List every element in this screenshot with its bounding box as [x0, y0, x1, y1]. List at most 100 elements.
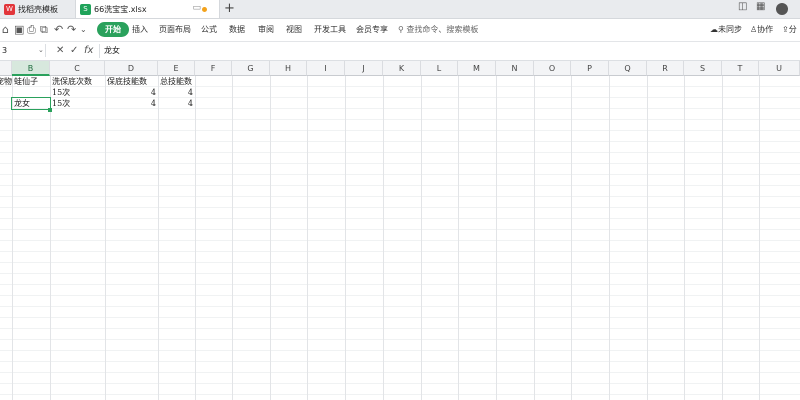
chevron-down-icon[interactable]: ⌄	[80, 23, 87, 37]
column-header-H[interactable]: H	[270, 61, 307, 76]
column-header-partial[interactable]	[0, 61, 12, 76]
gridline	[571, 76, 572, 400]
column-header-T[interactable]: T	[722, 61, 759, 76]
monitor-icon[interactable]: ▭	[192, 3, 201, 13]
fill-handle[interactable]	[48, 108, 52, 112]
formula-bar: 3 ⌄ ✕ ✓ fx 龙女	[0, 42, 800, 61]
undo-icon[interactable]: ↶	[54, 23, 63, 37]
gridline	[232, 76, 233, 400]
gridline	[458, 76, 459, 400]
menu-formulas[interactable]: 公式	[201, 24, 217, 35]
column-header-C[interactable]: C	[50, 61, 105, 76]
column-header-L[interactable]: L	[421, 61, 458, 76]
column-header-O[interactable]: O	[534, 61, 571, 76]
row-grid	[0, 76, 800, 400]
menu-page-layout[interactable]: 页面布局	[159, 24, 191, 35]
column-header-Q[interactable]: Q	[609, 61, 647, 76]
cancel-icon[interactable]: ✕	[56, 44, 64, 57]
column-header-U[interactable]: U	[759, 61, 800, 76]
gridline	[50, 76, 51, 400]
spreadsheet-file-icon: S	[80, 3, 91, 15]
share-label: 分	[788, 25, 797, 34]
menu-developer[interactable]: 开发工具	[314, 24, 346, 35]
new-tab-button[interactable]: +	[224, 1, 235, 16]
column-header-J[interactable]: J	[345, 61, 383, 76]
cell-D2[interactable]: 4	[105, 87, 156, 98]
column-header-P[interactable]: P	[571, 61, 609, 76]
column-header-E[interactable]: E	[158, 61, 195, 76]
function-icon[interactable]: fx	[84, 44, 93, 57]
gridline	[12, 76, 13, 400]
unsaved-dot-icon	[202, 7, 207, 12]
gridline	[647, 76, 648, 400]
gridline	[722, 76, 723, 400]
cell-C3[interactable]: 15次	[52, 98, 70, 109]
cell-A1[interactable]: 宠物	[0, 76, 12, 87]
gridline	[345, 76, 346, 400]
sync-status[interactable]: ☁未同步	[710, 24, 742, 35]
menu-review[interactable]: 审阅	[258, 24, 274, 35]
command-search[interactable]: ⚲ 查找命令、搜索模板	[398, 24, 478, 35]
search-placeholder: 查找命令、搜索模板	[406, 25, 479, 34]
layout-icon[interactable]: ◫	[738, 1, 747, 12]
column-header-F[interactable]: F	[195, 61, 232, 76]
avatar[interactable]	[776, 3, 788, 15]
menu-member[interactable]: 会员专享	[356, 24, 388, 35]
gridline	[496, 76, 497, 400]
formula-input[interactable]: 龙女	[104, 44, 120, 57]
share-button[interactable]: ⇪分	[782, 24, 797, 35]
spreadsheet-grid[interactable]: B C D E F G H I J K L M N O P Q R S T U …	[0, 61, 800, 400]
gridline	[383, 76, 384, 400]
print-preview-icon[interactable]: ⧉	[40, 23, 48, 37]
column-header-D[interactable]: D	[105, 61, 158, 76]
column-header-M[interactable]: M	[458, 61, 496, 76]
gridline	[534, 76, 535, 400]
collab-label: 协作	[757, 25, 774, 34]
tab-label: 66洗宝宝.xlsx	[94, 4, 147, 14]
share-icon: ⇪	[782, 25, 789, 34]
redo-icon[interactable]: ↷	[67, 23, 76, 37]
column-header-N[interactable]: N	[496, 61, 534, 76]
column-header-K[interactable]: K	[383, 61, 421, 76]
print-icon[interactable]: ⎙	[27, 23, 36, 37]
gridline	[195, 76, 196, 400]
cloud-icon: ☁	[710, 25, 718, 34]
tab-templates[interactable]: W 找稻壳模板	[0, 0, 75, 18]
cell-E2[interactable]: 4	[158, 87, 193, 98]
save-icon[interactable]: ▣	[14, 23, 24, 37]
menu-home[interactable]: 开始	[97, 22, 129, 37]
column-header-I[interactable]: I	[307, 61, 345, 76]
column-header-R[interactable]: R	[647, 61, 684, 76]
column-header-S[interactable]: S	[684, 61, 722, 76]
gridline	[609, 76, 610, 400]
gridline	[105, 76, 106, 400]
collab-button[interactable]: ♙协作	[750, 24, 773, 35]
grid-icon[interactable]: ▦	[756, 1, 765, 12]
home-icon[interactable]: ⌂	[2, 23, 9, 37]
cell-E1[interactable]: 总技能数	[160, 76, 192, 87]
gridline	[684, 76, 685, 400]
cell-C2[interactable]: 15次	[52, 87, 70, 98]
cell-D1[interactable]: 保底技能数	[107, 76, 147, 87]
cell-D3[interactable]: 4	[105, 98, 156, 109]
gridline	[421, 76, 422, 400]
cell-E3[interactable]: 4	[158, 98, 193, 109]
gridline	[759, 76, 760, 400]
sync-label: 未同步	[718, 25, 742, 34]
ribbon-toolbar: ⌂ ▣ ⎙ ⧉ ↶ ↷ ⌄ 开始 插入 页面布局 公式 数据 审阅 视图 开发工…	[0, 19, 800, 42]
column-header-G[interactable]: G	[232, 61, 270, 76]
tab-label: 找稻壳模板	[18, 4, 58, 14]
column-header-B[interactable]: B	[12, 61, 50, 76]
tab-workbook[interactable]: S 66洗宝宝.xlsx ▭	[75, 0, 220, 18]
cell-C1[interactable]: 洗保底次数	[52, 76, 92, 87]
menu-view[interactable]: 视图	[286, 24, 302, 35]
confirm-icon[interactable]: ✓	[70, 44, 78, 57]
active-cell-selection[interactable]	[11, 97, 51, 110]
tab-bar: W 找稻壳模板 S 66洗宝宝.xlsx ▭ + ◫ ▦	[0, 0, 800, 19]
chevron-down-icon[interactable]: ⌄	[38, 44, 44, 57]
gridline	[307, 76, 308, 400]
menu-insert[interactable]: 插入	[132, 24, 148, 35]
cell-B1[interactable]: 蛙仙子	[14, 76, 38, 87]
gridline	[270, 76, 271, 400]
menu-data[interactable]: 数据	[229, 24, 245, 35]
